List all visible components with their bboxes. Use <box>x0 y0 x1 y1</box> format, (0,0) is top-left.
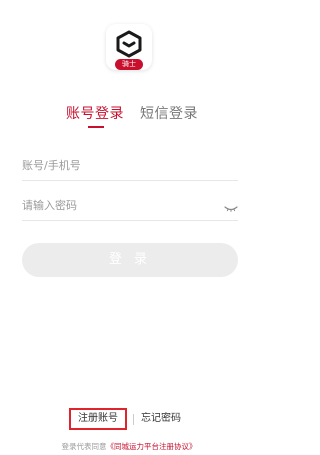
agreement-notice: 登录代表同意《同城运力平台注册协议》 <box>0 441 258 453</box>
agreement-prefix: 登录代表同意 <box>61 442 107 451</box>
link-divider <box>133 414 134 425</box>
active-tab-indicator <box>88 126 104 128</box>
password-input[interactable] <box>22 192 202 218</box>
app-badge: 骑士 <box>115 59 143 70</box>
bottom-links: 注册账号 忘记密码 <box>0 408 258 432</box>
account-input[interactable] <box>22 152 202 178</box>
account-field <box>22 152 238 181</box>
login-button[interactable]: 登 录 <box>22 243 238 277</box>
agreement-link[interactable]: 《同城运力平台注册协议》 <box>107 442 197 451</box>
eye-closed-icon[interactable] <box>224 199 238 212</box>
forgot-password-link[interactable]: 忘记密码 <box>141 411 181 427</box>
register-link[interactable]: 注册账号 <box>69 408 127 430</box>
box-logo-icon <box>116 30 142 58</box>
app-logo: 骑士 <box>106 24 152 70</box>
tab-account-login[interactable]: 账号登录 <box>66 104 124 124</box>
password-field <box>22 192 238 221</box>
tab-sms-login[interactable]: 短信登录 <box>140 104 198 124</box>
